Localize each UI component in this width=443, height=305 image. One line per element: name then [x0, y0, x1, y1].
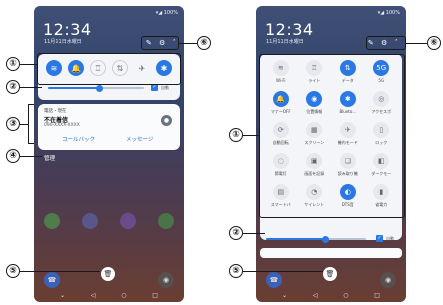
callout-line	[243, 271, 323, 273]
navigation-bar: ⌄ ◁ ○ □	[282, 292, 380, 299]
callout-line	[20, 156, 42, 158]
notification-header: 電話・現在	[44, 109, 67, 114]
phone-app-icon[interactable]: ☎	[266, 272, 282, 288]
clock: 12:34	[43, 20, 92, 39]
status-indicators: ▾◢ 100%	[377, 10, 400, 16]
nav-down-icon[interactable]: ⌄	[60, 292, 65, 299]
nav-down-icon[interactable]: ⌄	[282, 292, 287, 299]
auto-brightness-label: 自動	[386, 236, 394, 241]
nav-recents-icon[interactable]: □	[152, 292, 158, 299]
highlight-header-icons	[141, 36, 179, 50]
callout-line	[20, 64, 37, 66]
nav-home-icon[interactable]: ○	[343, 292, 348, 299]
highlight-expanded-tiles	[259, 54, 405, 218]
callout-2: ②	[229, 226, 243, 240]
dock-spacer	[82, 272, 98, 288]
brightness-thumb[interactable]	[96, 84, 103, 92]
nav-recents-icon[interactable]: □	[374, 292, 380, 299]
brightness-fill	[48, 87, 100, 89]
callout-line	[406, 43, 427, 45]
phone-screen-collapsed: ▾◢ 100% 12:34 11月11日水曜日 ✎ ⚙ ˆ ≋ 🔔 ♖ ⇅ ✈ …	[34, 6, 184, 302]
callout-3: ③	[6, 117, 20, 131]
dock: ☎ ◉	[266, 272, 396, 288]
app-row-faded	[44, 213, 174, 229]
notification-number: 090-XXXX-XXXX	[44, 123, 80, 128]
camera-app-icon[interactable]: ◉	[158, 272, 174, 288]
callout-1: ①	[6, 57, 20, 71]
highlight-quick-tiles	[37, 53, 181, 85]
callout-line	[243, 233, 265, 235]
callout-1: ①	[229, 128, 243, 142]
auto-brightness-checkbox[interactable]: ✓	[151, 84, 158, 91]
auto-brightness-checkbox[interactable]: ✓	[376, 235, 383, 242]
dock-spacer	[120, 272, 136, 288]
callout-5: ⑤	[229, 264, 243, 278]
app-icon	[158, 213, 174, 229]
nav-home-icon[interactable]: ○	[121, 292, 126, 299]
missed-call-notification[interactable]: 電話・現在 不在着信 090-XXXX-XXXX ● コールバック メッセージ	[38, 104, 180, 150]
camera-app-icon[interactable]: ◉	[380, 272, 396, 288]
callout-line	[20, 271, 100, 273]
clock: 12:34	[265, 20, 314, 39]
nav-back-icon[interactable]: ◁	[313, 292, 318, 299]
callout-line	[243, 135, 259, 137]
phone-app-icon[interactable]: ☎	[44, 272, 60, 288]
message-button[interactable]: メッセージ	[126, 135, 153, 143]
app-icon	[44, 213, 60, 229]
callout-6: ⑥	[427, 36, 441, 50]
collapsed-notification[interactable]	[260, 248, 402, 258]
date-label: 11月11日水曜日	[266, 39, 304, 45]
status-bar: ▾◢ 100%	[40, 8, 178, 18]
brightness-thumb[interactable]	[322, 235, 329, 243]
auto-brightness-label: 自動	[161, 85, 169, 90]
dock-spacer	[304, 272, 320, 288]
navigation-bar: ⌄ ◁ ○ □	[60, 292, 158, 299]
callout-4: ④	[6, 149, 20, 163]
status-bar: ▾◢ 100%	[262, 8, 400, 18]
dock: ☎ ◉	[44, 272, 174, 288]
manage-notifications-button[interactable]: 管理	[44, 154, 55, 162]
status-indicators: ▾◢ 100%	[155, 10, 178, 16]
callout-5: ⑤	[6, 264, 20, 278]
callout-line	[20, 124, 28, 126]
date-label: 11月11日水曜日	[44, 39, 82, 45]
callback-button[interactable]: コールバック	[62, 135, 95, 143]
callout-6: ⑥	[197, 36, 211, 50]
callout-line	[20, 87, 42, 89]
callout-line	[179, 43, 197, 45]
dock-spacer	[342, 272, 358, 288]
nav-back-icon[interactable]: ◁	[91, 292, 96, 299]
contact-avatar-icon: ●	[161, 115, 172, 126]
app-icon	[82, 213, 98, 229]
brightness-fill	[266, 238, 326, 240]
callout-2: ②	[6, 80, 20, 94]
highlight-header-icons	[366, 36, 406, 50]
bracket-notification	[28, 104, 34, 144]
app-icon	[120, 213, 136, 229]
